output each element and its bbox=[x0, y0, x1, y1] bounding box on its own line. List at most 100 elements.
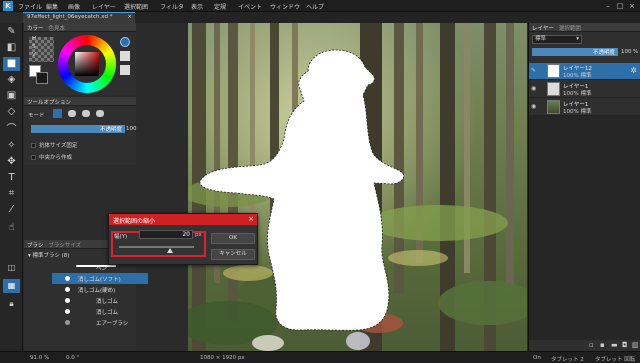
mode-intersect-icon[interactable] bbox=[96, 110, 104, 117]
maximize-icon[interactable]: □ bbox=[614, 0, 626, 12]
lasso-tool-icon[interactable]: ⌒ bbox=[3, 123, 20, 137]
menu-file[interactable]: ファイル bbox=[18, 2, 42, 11]
opacity-slider[interactable]: 不透明度 bbox=[31, 125, 125, 133]
from-center-label: 中央から作成 bbox=[39, 155, 73, 161]
minimize-icon[interactable]: – bbox=[602, 0, 614, 12]
eraser-tool-icon[interactable]: ◧ bbox=[3, 41, 20, 55]
menu-image[interactable]: 画像 bbox=[68, 2, 80, 11]
tablet-rotation: タブレット 回転 bbox=[595, 357, 636, 363]
folder-icon[interactable]: ▬ bbox=[611, 341, 618, 349]
v-label: V bbox=[32, 52, 36, 58]
menu-filter[interactable]: フィルタ bbox=[160, 2, 184, 11]
tab-brush-size[interactable]: ブラシサイズ bbox=[48, 243, 81, 249]
width-slider-handle[interactable] bbox=[167, 248, 173, 253]
dialog-close-icon[interactable]: × bbox=[248, 215, 254, 223]
hand-tool-icon[interactable]: ☝ bbox=[3, 221, 20, 235]
color-wheel[interactable] bbox=[58, 35, 116, 93]
menu-help[interactable]: ヘルプ bbox=[306, 2, 324, 11]
fill-tool-icon[interactable]: ◈ bbox=[3, 73, 20, 87]
slider-mode-icon[interactable] bbox=[120, 51, 130, 61]
layer-footer-toolbar: ▫ ▪ ▬ ◘ ▥ bbox=[529, 340, 640, 351]
ok-button[interactable]: OK bbox=[211, 233, 255, 244]
rotation-angle[interactable]: 0.0 ° bbox=[66, 355, 79, 361]
layer-mode: 100% 標準 bbox=[563, 73, 592, 79]
tool-options-header: ツールオプション bbox=[24, 97, 136, 106]
tab-brush[interactable]: ブラシ bbox=[27, 243, 43, 249]
copy-layer-icon[interactable]: ▪ bbox=[600, 341, 605, 349]
width-slider[interactable] bbox=[119, 246, 194, 248]
width-unit: px bbox=[195, 232, 202, 238]
lock-icon[interactable]: 🔒︎ bbox=[3, 297, 20, 311]
rect-select-tool-icon[interactable]: ■ bbox=[3, 57, 20, 71]
mode-subtract-icon[interactable] bbox=[82, 110, 90, 117]
blend-mode-select[interactable]: 標準 ▾ bbox=[532, 35, 582, 44]
status-bar: 91.0 % 0.0 ° 1080 × 1920 px On タブレット 2 タ… bbox=[0, 351, 640, 363]
width-input[interactable]: 20 bbox=[139, 230, 193, 239]
fixed-size-checkbox[interactable]: 抗体サイズ固定 bbox=[31, 141, 77, 149]
menu-edit[interactable]: 編集 bbox=[46, 2, 58, 11]
quick-mask-icon[interactable]: ◫ bbox=[3, 261, 20, 275]
layer-thumbnail bbox=[547, 82, 560, 96]
palette-mode-icon[interactable] bbox=[120, 65, 130, 75]
brush-set-dropdown[interactable]: ▾ 標準ブラシ (8) bbox=[28, 251, 69, 259]
mode-add-icon[interactable] bbox=[68, 110, 76, 117]
eye-icon[interactable]: ◉ bbox=[531, 103, 536, 110]
mode-new-icon[interactable] bbox=[53, 109, 62, 118]
mask-icon[interactable]: ◘ bbox=[622, 341, 628, 349]
wheel-mode-icon[interactable] bbox=[120, 37, 130, 47]
from-center-checkbox[interactable]: 中央から作成 bbox=[31, 153, 72, 161]
layer-row-selected[interactable]: ✎ レイヤー12 100% 標準 ✲ bbox=[529, 63, 640, 80]
brush-item[interactable]: 消しゴム bbox=[52, 306, 148, 317]
layer-opacity-value[interactable]: 100 bbox=[621, 49, 632, 55]
tablet-status: タブレット 2 bbox=[551, 357, 584, 363]
tab-selection[interactable]: 選択範囲 bbox=[559, 26, 581, 32]
shape-tool-icon[interactable]: ◇ bbox=[3, 105, 20, 119]
tab-color[interactable]: カラー bbox=[27, 26, 44, 32]
opacity-value[interactable]: 100 bbox=[126, 126, 137, 132]
magic-wand-icon[interactable]: ✧ bbox=[3, 139, 20, 153]
tool-bar: ✎ ◧ ■ ◈ ▣ ◇ ⌒ ✧ ✥ T ⌗ ⁄ ☝ ◫ ▦ 🔒︎ bbox=[0, 23, 23, 351]
menu-window[interactable]: ウィンドウ bbox=[270, 2, 300, 11]
brush-item-selected[interactable]: 消しゴム(ソフト) bbox=[52, 273, 148, 284]
trash-icon[interactable]: ▥ bbox=[632, 341, 639, 349]
move-tool-icon[interactable]: ✥ bbox=[3, 155, 20, 169]
menu-view[interactable]: 表示 bbox=[191, 2, 203, 11]
brush-item[interactable]: 消しゴム(硬め) bbox=[52, 284, 148, 295]
window-controls: – □ × bbox=[602, 0, 638, 12]
background-color[interactable] bbox=[36, 72, 48, 84]
saturation-value-square[interactable] bbox=[75, 52, 99, 76]
layer-row[interactable]: ◉ レイヤー1 100% 標準 bbox=[529, 81, 640, 98]
pen-status: On bbox=[533, 355, 541, 361]
text-tool-icon[interactable]: T bbox=[3, 171, 20, 185]
menu-layer[interactable]: レイヤー bbox=[92, 2, 116, 11]
chevron-down-icon: ▾ bbox=[576, 36, 579, 42]
eye-icon[interactable]: ◉ bbox=[531, 85, 536, 92]
tab-close-icon[interactable]: × bbox=[127, 14, 132, 20]
brush-item[interactable]: 消しゴム bbox=[52, 295, 148, 306]
screen-mode-icon[interactable]: ▦ bbox=[3, 279, 20, 293]
canvas-image bbox=[188, 23, 527, 351]
new-layer-icon[interactable]: ▫ bbox=[589, 341, 594, 349]
tab-swatches[interactable]: 色見本 bbox=[49, 26, 66, 32]
menu-event[interactable]: イベント bbox=[238, 2, 262, 11]
brush-item[interactable]: エアーブラシ bbox=[52, 317, 148, 328]
tab-layers[interactable]: レイヤー bbox=[532, 26, 554, 32]
edit-icon[interactable]: ✎ bbox=[531, 67, 536, 74]
document-tab-bar: 97effect_light_06eyecatch.xd * × bbox=[23, 12, 640, 23]
crop-tool-icon[interactable]: ⌗ bbox=[3, 187, 20, 201]
eyedropper-icon[interactable]: ⁄ bbox=[3, 203, 20, 217]
document-tab[interactable]: 97effect_light_06eyecatch.xd * × bbox=[23, 12, 135, 23]
close-icon[interactable]: × bbox=[626, 0, 638, 12]
canvas[interactable] bbox=[188, 23, 527, 351]
layer-row[interactable]: ◉ レイヤー1 100% 標準 bbox=[529, 99, 640, 116]
gear-icon[interactable]: ✲ bbox=[630, 66, 637, 75]
menu-ruler[interactable]: 定規 bbox=[214, 2, 226, 11]
cancel-button[interactable]: キャンセル bbox=[211, 249, 255, 260]
pen-tool-icon[interactable]: ✎ bbox=[3, 25, 20, 39]
gradient-tool-icon[interactable]: ▣ bbox=[3, 89, 20, 103]
menu-selection[interactable]: 選択範囲 bbox=[124, 2, 148, 11]
layers-panel-header: レイヤー 選択範囲 bbox=[529, 23, 640, 32]
zoom-level[interactable]: 91.0 % bbox=[30, 355, 49, 361]
layer-opacity-slider[interactable]: 不透明度 bbox=[532, 48, 618, 56]
layer-opacity-unit: % bbox=[633, 49, 639, 55]
